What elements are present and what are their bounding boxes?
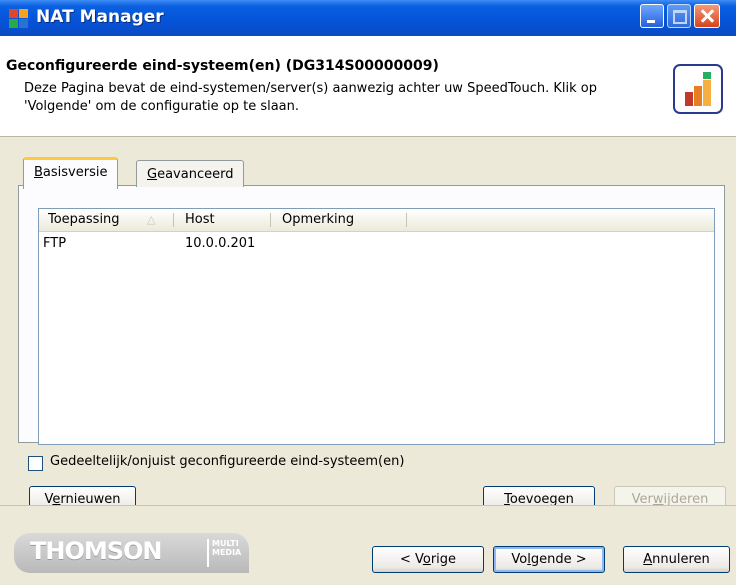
list-header: Toepassing △ Host Opmerking [39,209,714,232]
partial-config-checkbox[interactable] [28,456,43,471]
sort-ascending-icon: △ [147,213,156,226]
column-header-opmerking[interactable]: Opmerking [282,212,354,227]
next-button[interactable]: Volgende > [493,546,605,573]
title-bar[interactable]: NAT Manager [0,0,736,36]
close-button[interactable] [694,4,720,28]
minimize-button[interactable] [640,4,664,28]
brand-name: THOMSON [30,537,163,565]
cancel-button[interactable]: Annuleren [623,546,730,573]
partial-config-label: Gedeeltelijk/onjuist geconfigureerde ein… [50,454,405,469]
tab-basisversie[interactable]: Basisversie [23,157,119,189]
cell-host[interactable]: 10.0.0.201 [185,236,255,251]
brand-subtitle: MULTI MEDIA [207,539,242,567]
end-systems-list[interactable]: Toepassing △ Host Opmerking FTP 10.0.0.2… [38,208,715,445]
column-separator[interactable] [270,213,271,227]
column-header-toepassing[interactable]: Toepassing [48,212,120,227]
maximize-button[interactable] [667,4,691,28]
tab-geavanceerd[interactable]: Geavanceerd [136,160,245,187]
column-header-host[interactable]: Host [185,212,215,227]
column-separator[interactable] [406,213,407,227]
previous-button[interactable]: < Vorige [372,546,484,573]
page-description: Deze Pagina bevat de eind-systemen/serve… [24,81,598,114]
window-title: NAT Manager [36,7,164,27]
page-title: Geconfigureerde eind-systeem(en) (DG314S… [6,58,439,74]
thomson-multimedia-logo: THOMSON MULTI MEDIA [14,533,249,573]
column-separator[interactable] [173,213,174,227]
cell-toepassing[interactable]: FTP [43,236,66,251]
speedtouch-logo-icon [673,64,723,114]
app-icon [9,9,29,29]
